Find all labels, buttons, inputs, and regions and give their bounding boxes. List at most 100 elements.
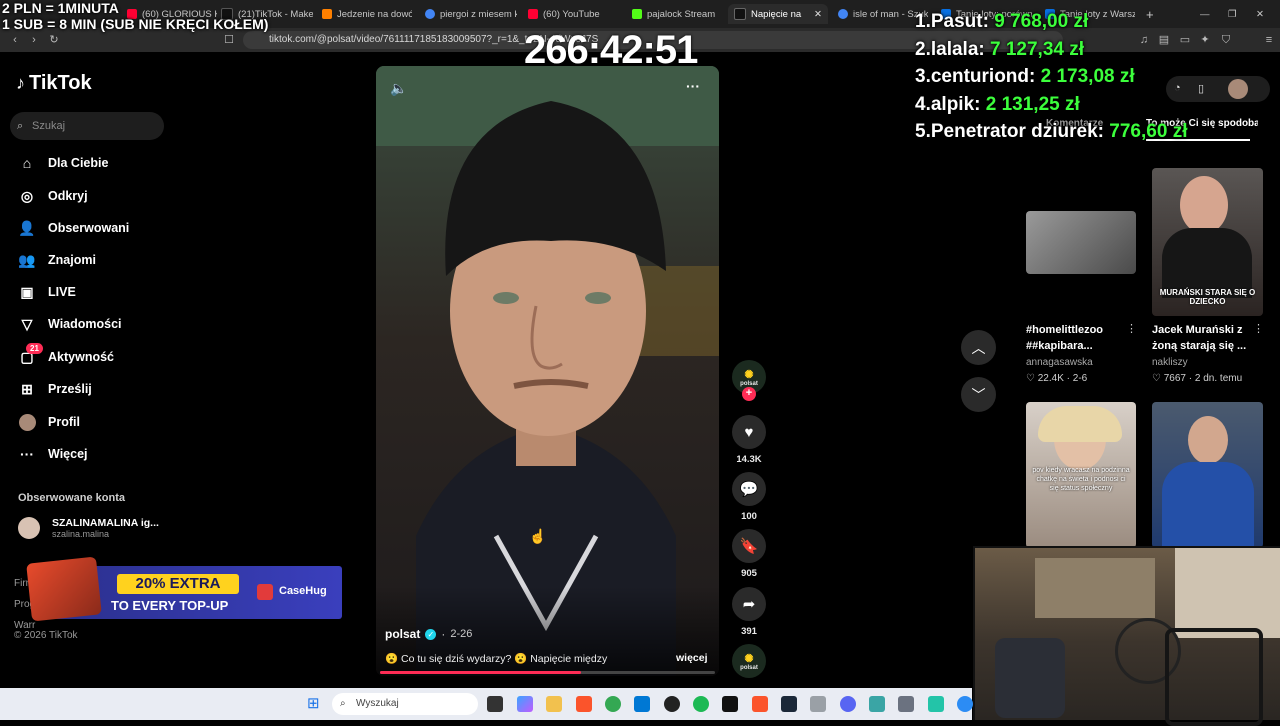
- share-icon: ➦: [732, 587, 766, 621]
- card-user[interactable]: nakliszy: [1152, 357, 1188, 368]
- brave-icon[interactable]: [576, 696, 592, 712]
- app-icon[interactable]: [722, 696, 738, 712]
- forward-icon[interactable]: ›: [27, 33, 41, 47]
- browser-tab[interactable]: Jedzenie na dowóz: [322, 4, 412, 24]
- video-thumbnail[interactable]: pov kiedy wracasz na podzinna chatkę na …: [1026, 402, 1136, 548]
- task-view-icon[interactable]: [487, 696, 503, 712]
- file-explorer-icon[interactable]: [546, 696, 562, 712]
- avatar[interactable]: [1228, 79, 1248, 99]
- card-more-icon[interactable]: ⋮: [1253, 322, 1264, 335]
- reload-icon[interactable]: ↻: [47, 33, 61, 47]
- browser-tab[interactable]: pajalock Stream: [632, 4, 724, 24]
- avatar: ✺ polsat: [732, 644, 766, 678]
- more-icon: ···: [20, 446, 34, 462]
- app-icon[interactable]: [928, 696, 944, 712]
- maximize-icon[interactable]: ❐: [1228, 4, 1240, 24]
- sidebar-item-friends[interactable]: 👥 Znajomi: [18, 249, 96, 271]
- live-icon: ▣: [20, 283, 34, 300]
- more-caption-button[interactable]: więcej: [676, 652, 708, 664]
- chevron-up-icon: ︿: [971, 339, 986, 356]
- ad-banner[interactable]: 20% EXTRA TO EVERY TOP-UP CaseHug: [26, 556, 342, 622]
- menu-icon[interactable]: ≡: [1262, 33, 1276, 47]
- author-avatar-button[interactable]: ✺ polsat +: [731, 360, 767, 401]
- browser-tab[interactable]: piergoi z miesem ka: [425, 4, 517, 24]
- store-icon[interactable]: [634, 696, 650, 712]
- windows-start-icon[interactable]: ⊞: [307, 695, 325, 713]
- video-progress-track[interactable]: [380, 671, 715, 674]
- ad-headline: 20% EXTRA: [117, 574, 239, 594]
- previous-video-button[interactable]: ︿: [961, 330, 996, 365]
- video-author-line: polsat ✓ · 2-26: [385, 627, 473, 641]
- google-icon: [838, 9, 848, 19]
- obs-icon[interactable]: [664, 696, 680, 712]
- shield-icon[interactable]: ⛉: [1219, 33, 1233, 47]
- app-icon[interactable]: [957, 696, 973, 712]
- food-icon: [322, 9, 332, 19]
- calculator-icon[interactable]: [810, 696, 826, 712]
- card-meta: ♡ 7667 · 2 dn. temu: [1152, 373, 1243, 384]
- donation-leaderboard: 1.Pasut: 9 768,00 zł 2.lalala: 7 127,34 …: [915, 8, 1187, 146]
- card-user[interactable]: annagasawska: [1026, 357, 1093, 368]
- steam-icon[interactable]: [781, 696, 797, 712]
- brave-icon[interactable]: [752, 696, 768, 712]
- extension-icon[interactable]: ✦: [1198, 33, 1212, 47]
- sidebar-item-explore[interactable]: ◎ Odkryj: [18, 185, 88, 207]
- sidebar-item-activity[interactable]: ▢ 21 Aktywność: [18, 343, 114, 368]
- browser-tab[interactable]: (60) YouTube: [528, 4, 618, 24]
- browser-tab-active[interactable]: Napięcie na ✕: [728, 4, 828, 24]
- window-close-icon[interactable]: ✕: [1256, 4, 1268, 24]
- copilot-icon[interactable]: [517, 696, 533, 712]
- sidebar-item-live[interactable]: ▣ LIVE: [18, 281, 75, 303]
- back-icon[interactable]: ‹: [8, 33, 22, 47]
- card-title[interactable]: Jacek Murański z żoną starają się ...: [1152, 322, 1252, 354]
- video-thumbnail[interactable]: MURAŃSKI STARA SIĘ O DZIECKO: [1152, 168, 1263, 316]
- tiktok-logo[interactable]: ♪ TikTok: [16, 72, 92, 95]
- kick-icon: [632, 9, 642, 19]
- more-options-icon[interactable]: ···: [686, 78, 700, 94]
- like-button[interactable]: ♥ 14.3K: [731, 415, 767, 465]
- youtube-icon: [528, 9, 538, 19]
- close-icon[interactable]: ✕: [814, 9, 822, 20]
- spotify-icon[interactable]: [693, 696, 709, 712]
- leaderboard-row: 3.centuriond: 2 173,08 zł: [915, 66, 1135, 87]
- video-author[interactable]: polsat: [385, 627, 420, 641]
- sound-avatar[interactable]: ✺ polsat: [731, 644, 767, 678]
- search-input[interactable]: ⌕ Szukaj: [10, 112, 164, 140]
- card-title[interactable]: #homelittlezoo ##kapibara...: [1026, 322, 1126, 354]
- sidebar-item-for-you[interactable]: ⌂ Dla Ciebie: [18, 152, 109, 174]
- settings-icon[interactable]: [898, 696, 914, 712]
- discord-icon[interactable]: [840, 696, 856, 712]
- share-button[interactable]: ➦ 391: [731, 587, 767, 637]
- sidebar-item-following[interactable]: 👤 Obserwowani: [18, 217, 129, 239]
- sidebar-item-profile[interactable]: Profil: [18, 411, 80, 433]
- sidebar-item-upload[interactable]: ⊞ Prześlij: [18, 378, 92, 400]
- next-video-button[interactable]: ﹀: [961, 377, 996, 412]
- video-thumbnail[interactable]: [1152, 402, 1263, 548]
- sidebar-item-messages[interactable]: ▽ Wiadomości: [18, 313, 122, 335]
- ad-brand: CaseHug: [279, 585, 327, 597]
- sidebar-item-more[interactable]: ··· Więcej: [18, 443, 88, 465]
- following-icon: 👤: [18, 219, 36, 236]
- bookmark-icon[interactable]: ☐: [222, 33, 236, 47]
- video-player[interactable]: 🔈 ··· polsat ✓ · 2-26 😮 Co tu się dziś w…: [376, 66, 719, 676]
- casehug-logo-icon: [257, 584, 273, 600]
- chrome-icon[interactable]: [605, 696, 621, 712]
- minimize-icon[interactable]: —: [1200, 4, 1212, 24]
- followed-account[interactable]: SZALINAMALINA ig... szalina.malina: [18, 517, 159, 539]
- friends-icon: 👥: [18, 251, 36, 268]
- app-icon[interactable]: [869, 696, 885, 712]
- messages-icon: ▽: [21, 315, 33, 332]
- comment-button[interactable]: 💬 100: [731, 472, 767, 522]
- save-button[interactable]: 🔖 905: [731, 529, 767, 579]
- search-icon: ⌕: [17, 120, 24, 132]
- avatar: [18, 413, 36, 431]
- volume-icon[interactable]: 🔈: [390, 80, 407, 97]
- card-more-icon[interactable]: ⋮: [1126, 322, 1137, 335]
- compass-icon: ◎: [20, 187, 34, 204]
- taskbar-search-input[interactable]: ⌕ Wyszukaj: [332, 693, 478, 715]
- phone-icon[interactable]: ▯: [1198, 82, 1204, 95]
- video-thumbnail[interactable]: [1026, 211, 1136, 274]
- search-icon: ⌕: [340, 698, 346, 709]
- activity-icon: ▢ 21: [18, 343, 43, 366]
- follow-plus-icon[interactable]: +: [742, 387, 756, 401]
